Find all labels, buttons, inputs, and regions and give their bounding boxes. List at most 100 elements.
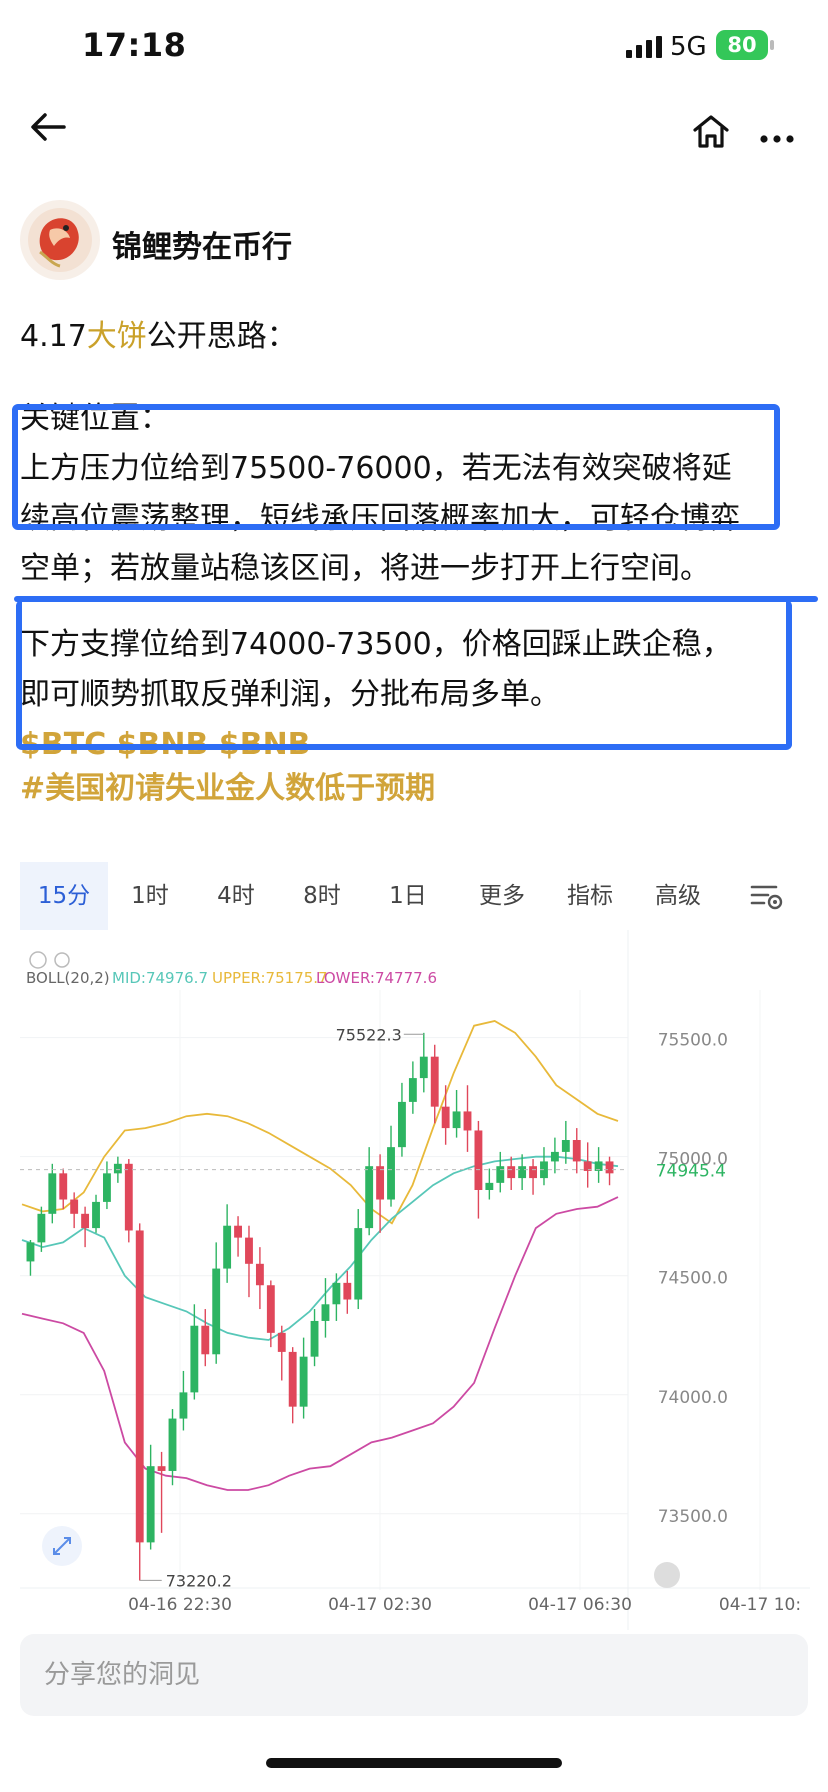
x-tick-label: 04-17 06:30	[528, 1595, 632, 1615]
candle-body	[81, 1213, 90, 1229]
candle-body	[92, 1201, 100, 1229]
candle-body	[572, 1140, 581, 1162]
candle-body	[430, 1056, 439, 1107]
more-options-icon[interactable]	[760, 128, 794, 147]
tab-indicators[interactable]: 指标	[556, 862, 624, 930]
candle-body	[157, 1466, 166, 1471]
candle-body	[485, 1182, 494, 1190]
candle-body	[310, 1320, 319, 1357]
avatar[interactable]	[20, 200, 100, 280]
candle-body	[474, 1130, 483, 1190]
tab-more[interactable]: 更多	[468, 862, 536, 930]
candle-body	[529, 1166, 537, 1179]
candle-body	[37, 1213, 46, 1243]
candle-body	[26, 1242, 35, 1262]
x-tick-label: 04-17 10:	[719, 1595, 801, 1615]
battery-icon: 80	[716, 30, 768, 60]
title-suffix: 公开思路：	[146, 319, 297, 354]
status-time: 17:18	[82, 26, 187, 64]
candle-body	[365, 1166, 374, 1229]
candle-body	[387, 1147, 395, 1200]
boll-legend-1: MID:74976.7	[112, 969, 208, 987]
candle-body	[321, 1304, 330, 1321]
candle-body	[398, 1101, 406, 1148]
candle-body	[343, 1282, 352, 1300]
y-tick-label: 75500.0	[658, 1031, 728, 1051]
title-prefix: 4.17	[20, 319, 87, 354]
candle-body	[266, 1285, 275, 1333]
candle-body	[48, 1173, 57, 1214]
back-arrow-icon[interactable]	[30, 112, 66, 146]
candle-body	[135, 1230, 144, 1543]
candle-body	[550, 1151, 559, 1162]
candle-body	[496, 1166, 505, 1183]
home-icon[interactable]	[692, 114, 730, 152]
title-highlight-tag[interactable]: 大饼	[87, 319, 147, 354]
x-tick-label: 04-17 02:30	[328, 1595, 432, 1615]
candle-body	[441, 1106, 450, 1129]
tab-1h[interactable]: 1时	[120, 862, 180, 930]
candle-body	[299, 1356, 308, 1407]
candle-body	[419, 1056, 428, 1079]
candle-body	[113, 1163, 122, 1174]
scroll-latest-icon	[654, 1562, 680, 1588]
candle-body	[212, 1268, 221, 1355]
candle-body	[507, 1166, 516, 1179]
comment-input[interactable]: 分享您的洞见	[20, 1634, 808, 1716]
battery-tip	[770, 40, 774, 50]
tab-1d[interactable]: 1日	[378, 862, 438, 930]
candle-body	[70, 1199, 79, 1214]
boll-upper-line	[21, 1020, 619, 1225]
candle-body	[245, 1237, 253, 1264]
hashtag[interactable]: #美国初请失业金人数低于预期	[20, 764, 810, 814]
candle-body	[103, 1173, 111, 1202]
post-title: 4.17大饼公开思路：	[20, 312, 810, 362]
candle-body	[59, 1173, 68, 1200]
candle-body	[234, 1225, 242, 1238]
home-indicator	[266, 1758, 562, 1768]
signal-icon	[626, 36, 664, 62]
boll-legend-3: LOWER:74777.6	[316, 969, 437, 987]
author-name[interactable]: 锦鲤势在币行	[112, 222, 292, 266]
candle-body	[124, 1163, 133, 1231]
boll-legend-0: BOLL(20,2)	[26, 969, 110, 987]
annotation-box-support	[16, 600, 792, 750]
candle-body	[376, 1166, 385, 1200]
candle-body	[518, 1166, 527, 1179]
candle-body	[190, 1325, 199, 1393]
indicator-settings-icon	[54, 952, 70, 968]
candle-body	[223, 1225, 232, 1269]
tab-advanced[interactable]: 高级	[644, 862, 712, 930]
high-marker-label: 75522.3	[336, 1025, 402, 1044]
candle-body	[561, 1140, 570, 1152]
candle-body	[201, 1325, 210, 1355]
candle-body	[408, 1078, 417, 1102]
candle-body	[255, 1263, 264, 1286]
low-marker-label: 73220.2	[166, 1571, 232, 1590]
x-tick-label: 04-16 22:30	[128, 1595, 232, 1615]
annotation-box-resistance	[12, 404, 780, 530]
tab-15m[interactable]: 15分	[20, 862, 108, 930]
timeframe-tabs: 15分 1时 4时 8时 1日 更多 指标 高级	[20, 862, 810, 930]
candle-body	[463, 1111, 472, 1131]
tab-4h[interactable]: 4时	[206, 862, 266, 930]
candle-body	[288, 1351, 297, 1407]
resistance-line-3: 空单；若放量站稳该区间，将进一步打开上行空间。	[20, 551, 710, 586]
boll-lower-line	[21, 1196, 619, 1491]
current-price-label: 74945.4	[656, 1162, 726, 1182]
tab-8h[interactable]: 8时	[292, 862, 352, 930]
boll-legend-2: UPPER:75175.7	[212, 969, 328, 987]
y-tick-label: 74500.0	[658, 1269, 728, 1289]
candle-body	[452, 1111, 461, 1129]
chart-settings-icon[interactable]	[750, 882, 784, 914]
kline-chart[interactable]: 75500.075000.074500.074000.073500.004-16…	[20, 930, 810, 1630]
y-tick-label: 74000.0	[658, 1388, 728, 1408]
candle-body	[332, 1282, 341, 1305]
candle-body	[146, 1466, 155, 1543]
candle-body	[179, 1392, 188, 1419]
boll-mid-line	[21, 1155, 619, 1341]
candle-body	[354, 1228, 363, 1300]
candle-body	[277, 1332, 286, 1352]
network-label: 5G	[670, 32, 707, 62]
collapse-icon	[29, 951, 47, 969]
